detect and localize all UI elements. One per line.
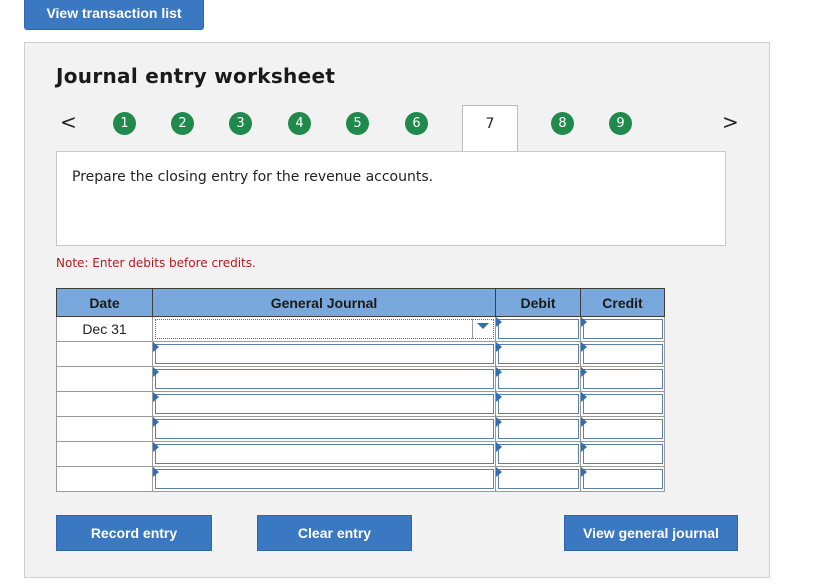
input-marker-icon [153,392,159,402]
step-1[interactable]: 1 [113,112,136,135]
input-marker-icon [496,392,502,402]
debit-header: Debit [495,288,581,317]
account-input[interactable] [152,366,496,392]
account-input[interactable] [152,341,496,367]
input-marker-icon [581,367,587,377]
input-marker-icon [581,342,587,352]
credit-input[interactable] [580,316,665,342]
credit-input[interactable] [580,341,665,367]
step-8[interactable]: 8 [551,112,574,135]
account-input[interactable] [152,391,496,417]
input-marker-icon [581,317,587,327]
input-marker-icon [496,417,502,427]
clear-entry-button[interactable]: Clear entry [257,515,412,551]
date-cell: Dec 31 [56,316,153,342]
debit-input[interactable] [495,391,581,417]
input-marker-icon [581,442,587,452]
general-journal-header: General Journal [152,288,496,317]
input-marker-icon [496,342,502,352]
credit-input[interactable] [580,416,665,442]
chevron-down-icon[interactable] [477,323,489,329]
input-marker-icon [496,467,502,477]
journal-table: Date General Journal Debit Credit Dec 31 [56,288,665,492]
table-row [56,341,665,367]
credit-input[interactable] [580,391,665,417]
account-input[interactable] [152,416,496,442]
input-marker-icon [153,367,159,377]
credit-input[interactable] [580,366,665,392]
prev-step-arrow-icon[interactable]: < [60,110,77,134]
debit-input[interactable] [495,366,581,392]
debit-input[interactable] [495,316,581,342]
record-entry-button[interactable]: Record entry [56,515,212,551]
table-row: Dec 31 [56,316,665,342]
date-cell [56,416,153,442]
account-input[interactable] [152,441,496,467]
input-marker-icon [496,317,502,327]
date-header: Date [56,288,153,317]
credit-input[interactable] [580,441,665,467]
step-4[interactable]: 4 [288,112,311,135]
date-cell [56,391,153,417]
input-marker-icon [581,417,587,427]
input-marker-icon [153,467,159,477]
date-cell [56,441,153,467]
input-marker-icon [496,367,502,377]
account-input[interactable] [152,466,496,492]
view-transaction-list-button[interactable]: View transaction list [24,0,204,30]
instruction-text: Prepare the closing entry for the revenu… [72,169,434,185]
input-marker-icon [581,467,587,477]
input-marker-icon [581,392,587,402]
table-row [56,466,665,492]
table-row [56,441,665,467]
debit-input[interactable] [495,416,581,442]
input-marker-icon [496,442,502,452]
instruction-box: Prepare the closing entry for the revenu… [56,151,726,246]
input-marker-icon [153,342,159,352]
debit-input[interactable] [495,466,581,492]
step-9[interactable]: 9 [609,112,632,135]
credit-header: Credit [580,288,665,317]
view-general-journal-button[interactable]: View general journal [564,515,738,551]
credit-input[interactable] [580,466,665,492]
date-cell [56,366,153,392]
input-marker-icon [153,442,159,452]
debit-input[interactable] [495,441,581,467]
date-cell [56,466,153,492]
account-select[interactable] [152,316,496,342]
step-5[interactable]: 5 [346,112,369,135]
input-marker-icon [153,417,159,427]
step-6[interactable]: 6 [405,112,428,135]
table-row [56,366,665,392]
table-row [56,391,665,417]
step-2[interactable]: 2 [171,112,194,135]
note-text: Note: Enter debits before credits. [56,256,256,270]
step-3[interactable]: 3 [229,112,252,135]
debit-input[interactable] [495,341,581,367]
next-step-arrow-icon[interactable]: > [722,110,739,134]
worksheet-title: Journal entry worksheet [56,64,336,88]
step-7-active-tab[interactable]: 7 [462,105,518,152]
table-row [56,416,665,442]
date-cell [56,341,153,367]
